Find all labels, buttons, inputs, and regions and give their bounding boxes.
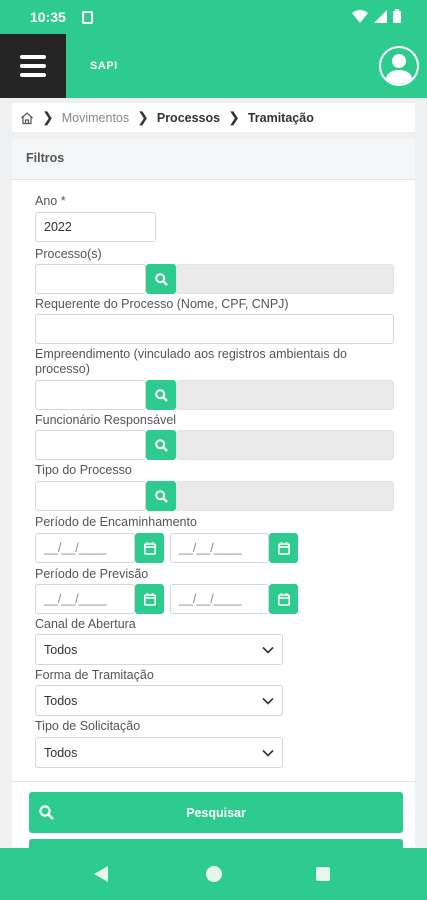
tipo-solicitacao-label: Tipo de Solicitação xyxy=(35,719,141,733)
processo-display xyxy=(176,264,394,294)
app-logo: SAPI xyxy=(90,60,118,72)
user-icon xyxy=(385,54,413,84)
previsao-start-date[interactable]: __/__/____ xyxy=(35,584,135,614)
calendar-icon xyxy=(143,592,156,606)
calendar-icon xyxy=(277,541,290,555)
empreendimento-input[interactable] xyxy=(35,380,146,410)
search-icon xyxy=(154,438,168,452)
requerente-input[interactable] xyxy=(35,314,394,344)
forma-select[interactable]: Todos xyxy=(35,685,283,716)
home-nav-icon[interactable] xyxy=(206,866,222,882)
search-button-label: Pesquisar xyxy=(186,805,246,820)
search-icon xyxy=(154,272,168,286)
chevron-right-icon: ❯ xyxy=(228,109,240,125)
previsao-start-calendar-button[interactable] xyxy=(135,584,164,614)
encaminhamento-end-calendar-button[interactable] xyxy=(269,533,298,563)
encaminhamento-start-calendar-button[interactable] xyxy=(135,533,164,563)
back-icon[interactable] xyxy=(93,865,109,883)
processo-label: Processo(s) xyxy=(35,247,102,261)
status-icons xyxy=(352,9,401,23)
breadcrumb-movimentos[interactable]: Movimentos xyxy=(62,111,129,125)
tipo-processo-input[interactable] xyxy=(35,481,146,511)
search-button[interactable]: Pesquisar xyxy=(29,792,403,833)
search-icon xyxy=(154,489,168,503)
funcionario-label: Funcionário Responsável xyxy=(35,413,177,427)
previsao-end-calendar-button[interactable] xyxy=(269,584,298,614)
chevron-down-icon xyxy=(262,646,274,654)
forma-select-value: Todos xyxy=(44,693,78,708)
divider xyxy=(12,781,415,782)
recent-apps-icon[interactable] xyxy=(316,867,330,881)
encaminhamento-start-date[interactable]: __/__/____ xyxy=(35,533,135,563)
tipo-processo-label: Tipo do Processo xyxy=(35,463,132,477)
calendar-icon xyxy=(143,541,156,555)
tipo-solicitacao-select-value: Todos xyxy=(44,745,78,760)
previsao-end-date[interactable]: __/__/____ xyxy=(170,584,269,614)
signal-icon xyxy=(374,9,387,23)
funcionario-search-button[interactable] xyxy=(146,430,176,460)
search-icon xyxy=(154,388,168,402)
filters-card: Filtros Ano * 2022 Processo(s) Requerent… xyxy=(12,139,415,859)
status-bar: 10:35 xyxy=(0,0,427,34)
user-avatar-button[interactable] xyxy=(379,46,419,86)
wifi-icon xyxy=(352,9,368,23)
navigation-bar xyxy=(0,848,427,900)
search-icon xyxy=(39,805,54,820)
tipo-processo-search-button[interactable] xyxy=(146,481,176,511)
menu-icon xyxy=(20,55,46,59)
empreendimento-search-button[interactable] xyxy=(146,380,176,410)
funcionario-display xyxy=(176,430,394,460)
previsao-label: Período de Previsão xyxy=(35,567,149,581)
filters-title: Filtros xyxy=(12,139,415,180)
requerente-label: Requerente do Processo (Nome, CPF, CNPJ) xyxy=(35,297,289,311)
funcionario-input[interactable] xyxy=(35,430,146,460)
processo-input[interactable] xyxy=(35,264,146,294)
chevron-right-icon: ❯ xyxy=(42,109,54,125)
app-bar: SAPI xyxy=(0,34,427,98)
chevron-down-icon xyxy=(262,697,274,705)
tipo-solicitacao-select[interactable]: Todos xyxy=(35,737,283,768)
breadcrumb-processos[interactable]: Processos xyxy=(157,111,220,125)
tipo-processo-display xyxy=(176,481,394,511)
notification-icon xyxy=(82,11,93,24)
canal-label: Canal de Abertura xyxy=(35,617,136,631)
encaminhamento-end-date[interactable]: __/__/____ xyxy=(170,533,269,563)
breadcrumb: ❯ Movimentos ❯ Processos ❯ Tramitação xyxy=(12,103,415,132)
ano-label: Ano * xyxy=(35,194,66,208)
battery-icon xyxy=(393,9,401,23)
encaminhamento-label: Período de Encaminhamento xyxy=(35,515,197,529)
empreendimento-label: Empreendimento (vinculado aos registros … xyxy=(35,347,347,376)
home-icon[interactable] xyxy=(20,111,34,125)
empreendimento-display xyxy=(176,380,394,410)
chevron-down-icon xyxy=(262,749,274,757)
canal-select[interactable]: Todos xyxy=(35,634,283,665)
forma-label: Forma de Tramitação xyxy=(35,668,154,682)
menu-button[interactable] xyxy=(0,34,66,98)
calendar-icon xyxy=(277,592,290,606)
ano-input[interactable]: 2022 xyxy=(35,212,156,242)
chevron-right-icon: ❯ xyxy=(137,109,149,125)
processo-search-button[interactable] xyxy=(146,264,176,294)
canal-select-value: Todos xyxy=(44,642,78,657)
breadcrumb-tramitacao: Tramitação xyxy=(247,110,314,125)
status-time: 10:35 xyxy=(30,9,66,25)
